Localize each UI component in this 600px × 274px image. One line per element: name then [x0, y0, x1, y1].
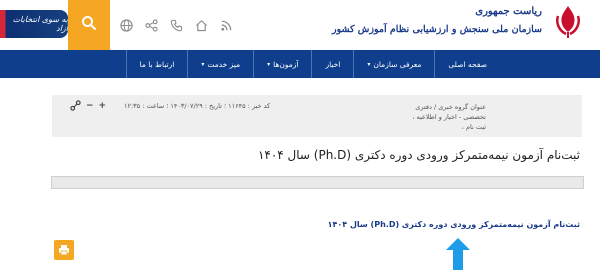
nav-item-home[interactable]: صفحه اصلی: [434, 50, 500, 78]
nav-item-news[interactable]: اخبار: [311, 50, 353, 78]
main-navigation: صفحه اصلی معرفی سازمان ▾ اخبار آزمون‌ها ▾ …: [0, 50, 600, 78]
globe-icon[interactable]: [120, 18, 133, 32]
content-divider-bar: [51, 176, 584, 189]
rss-icon[interactable]: [220, 19, 233, 32]
nav-item-label: میز خدمت: [207, 59, 241, 69]
social-icons: [120, 15, 233, 35]
nav-item-about[interactable]: معرفی سازمان ▾: [353, 50, 434, 78]
share-link-icon[interactable]: [70, 100, 81, 111]
news-meta-box: عنوان گروه خبری / دفتری تخصصی - اخبار و …: [52, 95, 582, 137]
decrease-font-button[interactable]: −: [86, 101, 94, 111]
logo-title-line1: ریاست جمهوری: [475, 6, 542, 17]
news-info: کد خبر : ۱۱۶۴۵ ؛ تاریخ : ۱۴۰۳/۰۷/۲۹ ؛ سا…: [124, 102, 271, 110]
up-arrow-icon: [446, 238, 470, 274]
increase-font-button[interactable]: +: [99, 101, 107, 111]
nav-item-label: معرفی سازمان: [373, 59, 422, 69]
nav-item-contact[interactable]: ارتباط با ما: [125, 50, 188, 78]
election-banner[interactable]: به سوی انتخابات آزاد: [0, 10, 68, 38]
phone-icon[interactable]: [170, 19, 183, 32]
nav-item-label: ارتباط با ما: [139, 59, 175, 69]
share-icon[interactable]: [145, 18, 158, 32]
nav-item-exams[interactable]: آزمون‌ها ▾: [253, 50, 311, 78]
nav-item-label: آزمون‌ها: [273, 59, 299, 69]
print-button[interactable]: [54, 240, 74, 260]
nav-item-service-desk[interactable]: میز خدمت ▾: [187, 50, 253, 78]
logo-title-line2: سازمان ملی سنجش و ارزشیابی نظام آموزش کش…: [332, 24, 542, 35]
header: به سوی انتخابات آزاد ریاست جمهوری سازمان…: [0, 0, 600, 50]
chevron-down-icon: ▾: [367, 60, 371, 68]
category-value[interactable]: تخصصی - اخبار و اطلاعیه ،: [366, 112, 486, 122]
national-emblem-icon: [550, 2, 586, 42]
category-label: عنوان گروه خبری / دفتری: [415, 103, 486, 111]
search-button[interactable]: [68, 0, 110, 50]
chevron-down-icon: ▾: [267, 60, 271, 68]
category-extra[interactable]: ثبت نام ،: [366, 122, 486, 132]
chevron-down-icon: ▾: [201, 60, 205, 68]
banner-text: به سوی انتخابات آزاد: [12, 15, 68, 33]
home-icon[interactable]: [195, 19, 208, 32]
site-logo[interactable]: ریاست جمهوری سازمان ملی سنجش و ارزشیابی …: [332, 2, 586, 48]
registration-link[interactable]: ثبت‌نام آزمون نیمه‌متمرکز ورودی دوره دکت…: [328, 220, 580, 229]
page-title: ثبت‌نام آزمون نیمه‌متمرکز ورودی دوره دکت…: [257, 148, 580, 162]
text-size-tools: − +: [70, 100, 106, 111]
nav-item-label: صفحه اصلی: [448, 59, 487, 69]
news-category: عنوان گروه خبری / دفتری تخصصی - اخبار و …: [366, 102, 486, 132]
printer-icon: [58, 241, 70, 260]
nav-item-label: اخبار: [325, 59, 341, 69]
search-icon: [81, 15, 97, 35]
